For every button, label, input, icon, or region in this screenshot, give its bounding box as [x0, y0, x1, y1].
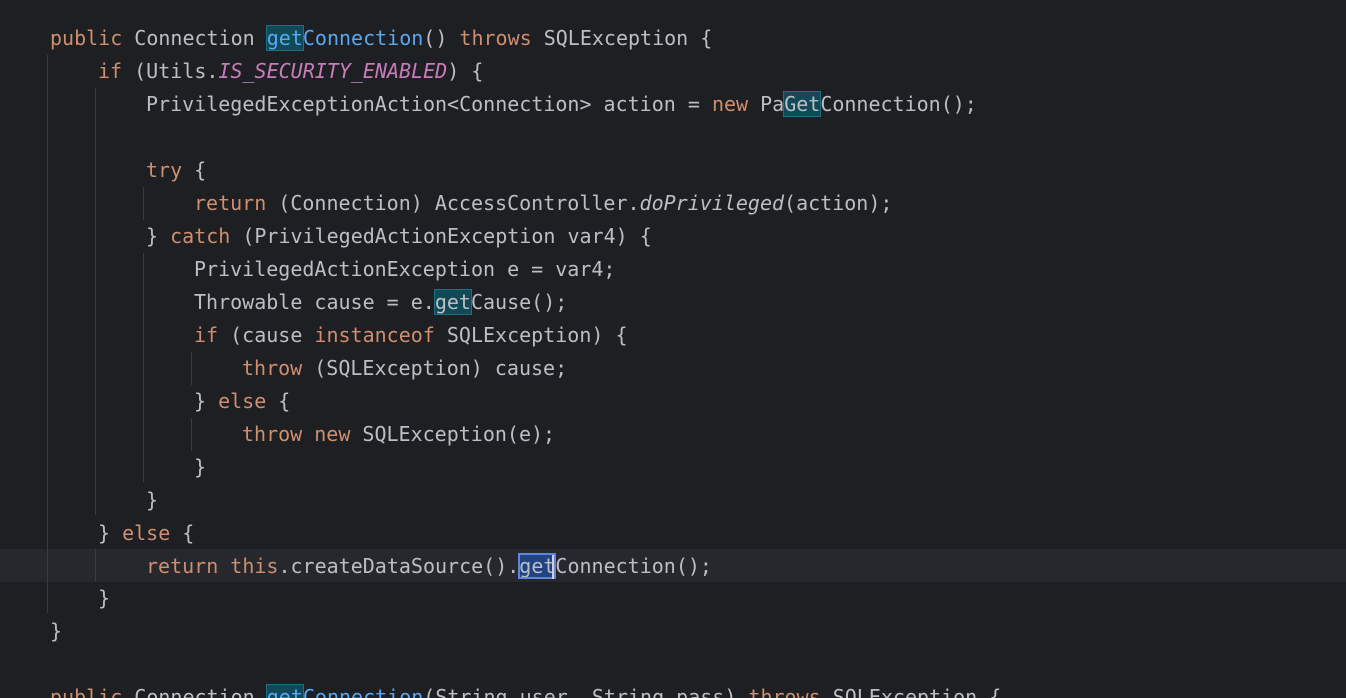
code-line[interactable]: } [0, 484, 158, 517]
code-token: (action); [784, 191, 893, 215]
code-token: SQLException) { [434, 323, 628, 347]
code-token: get [265, 684, 304, 698]
code-line[interactable]: } [0, 582, 110, 615]
code-token: Pa [748, 92, 785, 116]
code-token: { [170, 521, 195, 545]
code-token: get [433, 289, 472, 315]
code-line[interactable]: public Connection getConnection(String u… [0, 681, 1001, 698]
code-line[interactable]: return this.createDataSource().getConnec… [0, 550, 712, 583]
code-token: (Utils. [122, 59, 219, 83]
code-line[interactable]: } else { [0, 385, 290, 418]
code-token: catch [170, 224, 231, 248]
text-cursor [552, 555, 554, 579]
code-token: Cause(); [470, 290, 568, 314]
code-token: new [314, 422, 351, 446]
code-token: PrivilegedExceptionAction<Connection> ac… [146, 92, 712, 116]
code-line[interactable]: public Connection getConnection() throws… [0, 22, 712, 55]
code-line[interactable]: Throwable cause = e.getCause(); [0, 286, 567, 319]
code-token: return [146, 554, 219, 578]
code-token: doPrivileged [639, 191, 785, 215]
code-token: } [98, 521, 123, 545]
code-token: public [50, 26, 123, 50]
code-line[interactable]: } [0, 615, 62, 648]
code-token: else [218, 389, 267, 413]
code-token: { [266, 389, 291, 413]
code-token: throws [459, 26, 532, 50]
code-token: Connection [122, 26, 267, 50]
code-token: if [98, 59, 123, 83]
code-token: (PrivilegedActionException var4) { [230, 224, 652, 248]
code-line[interactable]: PrivilegedExceptionAction<Connection> ac… [0, 88, 977, 121]
code-token: SQLException { [531, 26, 713, 50]
code-line[interactable]: if (Utils.IS_SECURITY_ENABLED) { [0, 55, 483, 88]
code-token: SQLException { [820, 685, 1002, 698]
code-token: IS_SECURITY_ENABLED [218, 59, 448, 83]
code-token: else [122, 521, 171, 545]
code-token: instanceof [314, 323, 435, 347]
code-token: } [146, 224, 171, 248]
code-token: (cause [218, 323, 315, 347]
code-line[interactable] [0, 121, 146, 154]
code-token: return [194, 191, 267, 215]
code-token: { [182, 158, 207, 182]
code-token: get [518, 553, 557, 579]
code-editor[interactable]: public Connection getConnection() throws… [0, 0, 1346, 698]
code-token: Connection [122, 685, 267, 698]
code-token: PrivilegedActionException e = var4; [194, 257, 616, 281]
code-token: (SQLException) cause; [302, 356, 568, 380]
code-token: throws [748, 685, 821, 698]
code-line[interactable] [0, 648, 50, 681]
code-token: } [194, 455, 207, 479]
code-token: get [265, 25, 304, 51]
code-token: SQLException(e); [350, 422, 556, 446]
code-token: if [194, 323, 219, 347]
code-token: Throwable cause = e. [194, 290, 435, 314]
code-line[interactable]: PrivilegedActionException e = var4; [0, 253, 615, 286]
code-token: this [230, 554, 279, 578]
code-token: (Connection) AccessController. [266, 191, 640, 215]
code-token: Get [783, 91, 822, 117]
code-line[interactable]: return (Connection) AccessController.doP… [0, 187, 892, 220]
code-token: new [711, 92, 749, 116]
code-token: Connection(); [555, 554, 712, 578]
code-line[interactable]: if (cause instanceof SQLException) { [0, 319, 628, 352]
code-token: Connection [302, 26, 424, 50]
code-line[interactable]: throw (SQLException) cause; [0, 352, 567, 385]
code-line[interactable]: try { [0, 154, 206, 187]
code-token: (String user, String pass) [423, 685, 749, 698]
code-token: throw [242, 422, 303, 446]
code-token: ) { [447, 59, 484, 83]
code-token: public [50, 685, 123, 698]
code-line[interactable]: throw new SQLException(e); [0, 418, 555, 451]
code-token: Connection [302, 685, 424, 698]
code-line[interactable]: } else { [0, 517, 194, 550]
code-token: } [194, 389, 219, 413]
code-line[interactable]: } catch (PrivilegedActionException var4)… [0, 220, 652, 253]
code-token: throw [242, 356, 303, 380]
code-token: } [50, 619, 63, 643]
code-token: } [146, 488, 159, 512]
code-token: .createDataSource(). [278, 554, 520, 578]
code-token: try [146, 158, 183, 182]
code-line[interactable]: } [0, 451, 206, 484]
code-token: } [98, 586, 111, 610]
code-token: () [423, 26, 460, 50]
code-token: Connection(); [820, 92, 977, 116]
